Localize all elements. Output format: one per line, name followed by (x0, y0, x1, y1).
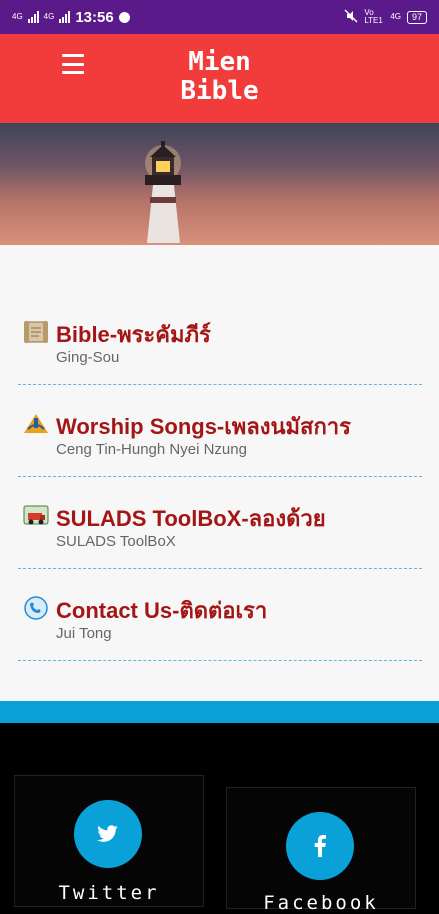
social-footer: Twitter Facebook (0, 723, 439, 914)
twitter-icon (74, 800, 142, 868)
facebook-label: Facebook (263, 892, 379, 914)
network-type-1: 4G (12, 12, 23, 21)
mute-icon (344, 8, 358, 26)
menu-item-title: Contact Us-ติดต่อเรา (56, 598, 268, 623)
clock: 13:56 (75, 8, 114, 26)
facebook-button[interactable]: Facebook (226, 787, 416, 914)
twitter-label: Twitter (58, 882, 160, 904)
menu-item-title: Bible-พระคัมภีร์ (56, 322, 211, 347)
menu-item-title: SULADS ToolBoX-ลองด้วย (56, 506, 326, 531)
toolbox-truck-icon (22, 503, 50, 529)
volte-indicator: Vo LTE1 (364, 8, 383, 25)
twitter-button[interactable]: Twitter (14, 775, 204, 907)
signal-icon (27, 11, 39, 23)
lighthouse-banner-image (0, 123, 439, 245)
menu-item-worship-songs[interactable]: Worship Songs-เพลงนมัสการ Ceng Tin-Hungh… (18, 385, 422, 477)
menu-item-subtitle: Ceng Tin-Hungh Nyei Nzung (56, 441, 247, 458)
network-type-2: 4G (43, 12, 55, 21)
facebook-icon (286, 812, 354, 880)
menu-item-contact-us[interactable]: Contact Us-ติดต่อเรา Jui Tong (18, 569, 422, 661)
network-type-3: 4G (390, 12, 401, 21)
bible-scroll-icon (22, 319, 50, 345)
app-bar: Mien Bible (0, 34, 439, 123)
menu-item-sulads-toolbox[interactable]: SULADS ToolBoX-ลองด้วย SULADS ToolBoX (18, 477, 422, 569)
menu-item-subtitle: Ging-Sou (56, 349, 120, 366)
menu-list: Bible-พระคัมภีร์ Ging-Sou Worship Songs-… (0, 245, 439, 701)
menu-item-title: Worship Songs-เพลงนมัสการ (56, 414, 351, 439)
phone-contact-icon (22, 595, 50, 621)
church-logo-icon (22, 411, 50, 437)
section-divider-bar (0, 701, 439, 723)
menu-item-bible[interactable]: Bible-พระคัมภีร์ Ging-Sou (18, 293, 422, 385)
signal-icon-2 (59, 11, 71, 23)
menu-item-subtitle: Jui Tong (56, 625, 112, 642)
menu-item-subtitle: SULADS ToolBoX (56, 533, 176, 550)
battery-icon: 97 (406, 10, 427, 24)
status-bar: 4G 4G 13:56 Vo LTE1 4G 97 (0, 0, 439, 34)
notification-icon (118, 11, 130, 23)
app-title: Mien Bible (180, 47, 259, 106)
